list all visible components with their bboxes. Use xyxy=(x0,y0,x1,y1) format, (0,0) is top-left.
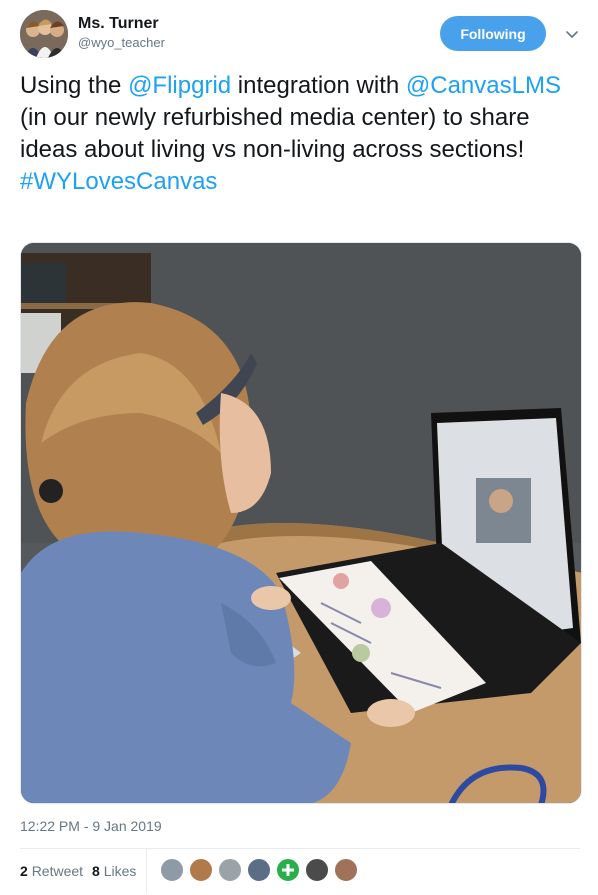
author-handle[interactable]: @wyo_teacher xyxy=(78,34,165,52)
author-info: Ms. Turner @wyo_teacher xyxy=(78,14,165,52)
retweet-stat[interactable]: 2 Retweet xyxy=(20,863,83,879)
retweet-label: Retweet xyxy=(31,863,84,879)
author-display-name[interactable]: Ms. Turner xyxy=(78,14,165,34)
tweet-header: Ms. Turner @wyo_teacher Following xyxy=(20,10,580,60)
mention-canvaslms-link[interactable]: @CanvasLMS xyxy=(406,72,561,99)
liker-avatar[interactable] xyxy=(189,858,213,882)
retweet-count: 2 xyxy=(20,863,28,879)
mention-flipgrid-link[interactable]: @Flipgrid xyxy=(128,72,231,99)
stats-separator xyxy=(146,849,147,893)
tweet-photo[interactable] xyxy=(20,242,582,804)
liker-avatar[interactable] xyxy=(160,858,184,882)
liker-avatar[interactable] xyxy=(276,858,300,882)
plus-icon xyxy=(282,864,294,876)
liker-avatar[interactable] xyxy=(218,858,242,882)
tweet-text-segment: integration with xyxy=(231,72,406,99)
tweet-text: Using the @Flipgrid integration with @Ca… xyxy=(20,70,580,198)
tweet-stats: 2 Retweet 8 Likes xyxy=(20,849,580,893)
liker-avatar[interactable] xyxy=(247,858,271,882)
likes-count: 8 xyxy=(92,863,100,879)
chevron-down-icon[interactable] xyxy=(564,26,580,42)
tweet-timestamp[interactable]: 12:22 PM - 9 Jan 2019 xyxy=(20,818,162,834)
liker-avatar[interactable] xyxy=(305,858,329,882)
tweet-text-segment: Using the xyxy=(20,72,129,99)
likes-label: Likes xyxy=(103,863,137,879)
tweet-text-segment: (in our newly refurbished media center) … xyxy=(20,104,530,163)
following-button[interactable]: Following xyxy=(440,16,546,51)
liker-avatar[interactable] xyxy=(334,858,358,882)
author-avatar[interactable] xyxy=(20,10,68,58)
likes-stat[interactable]: 8 Likes xyxy=(92,863,136,879)
hashtag-link[interactable]: #WYLovesCanvas xyxy=(20,168,217,195)
